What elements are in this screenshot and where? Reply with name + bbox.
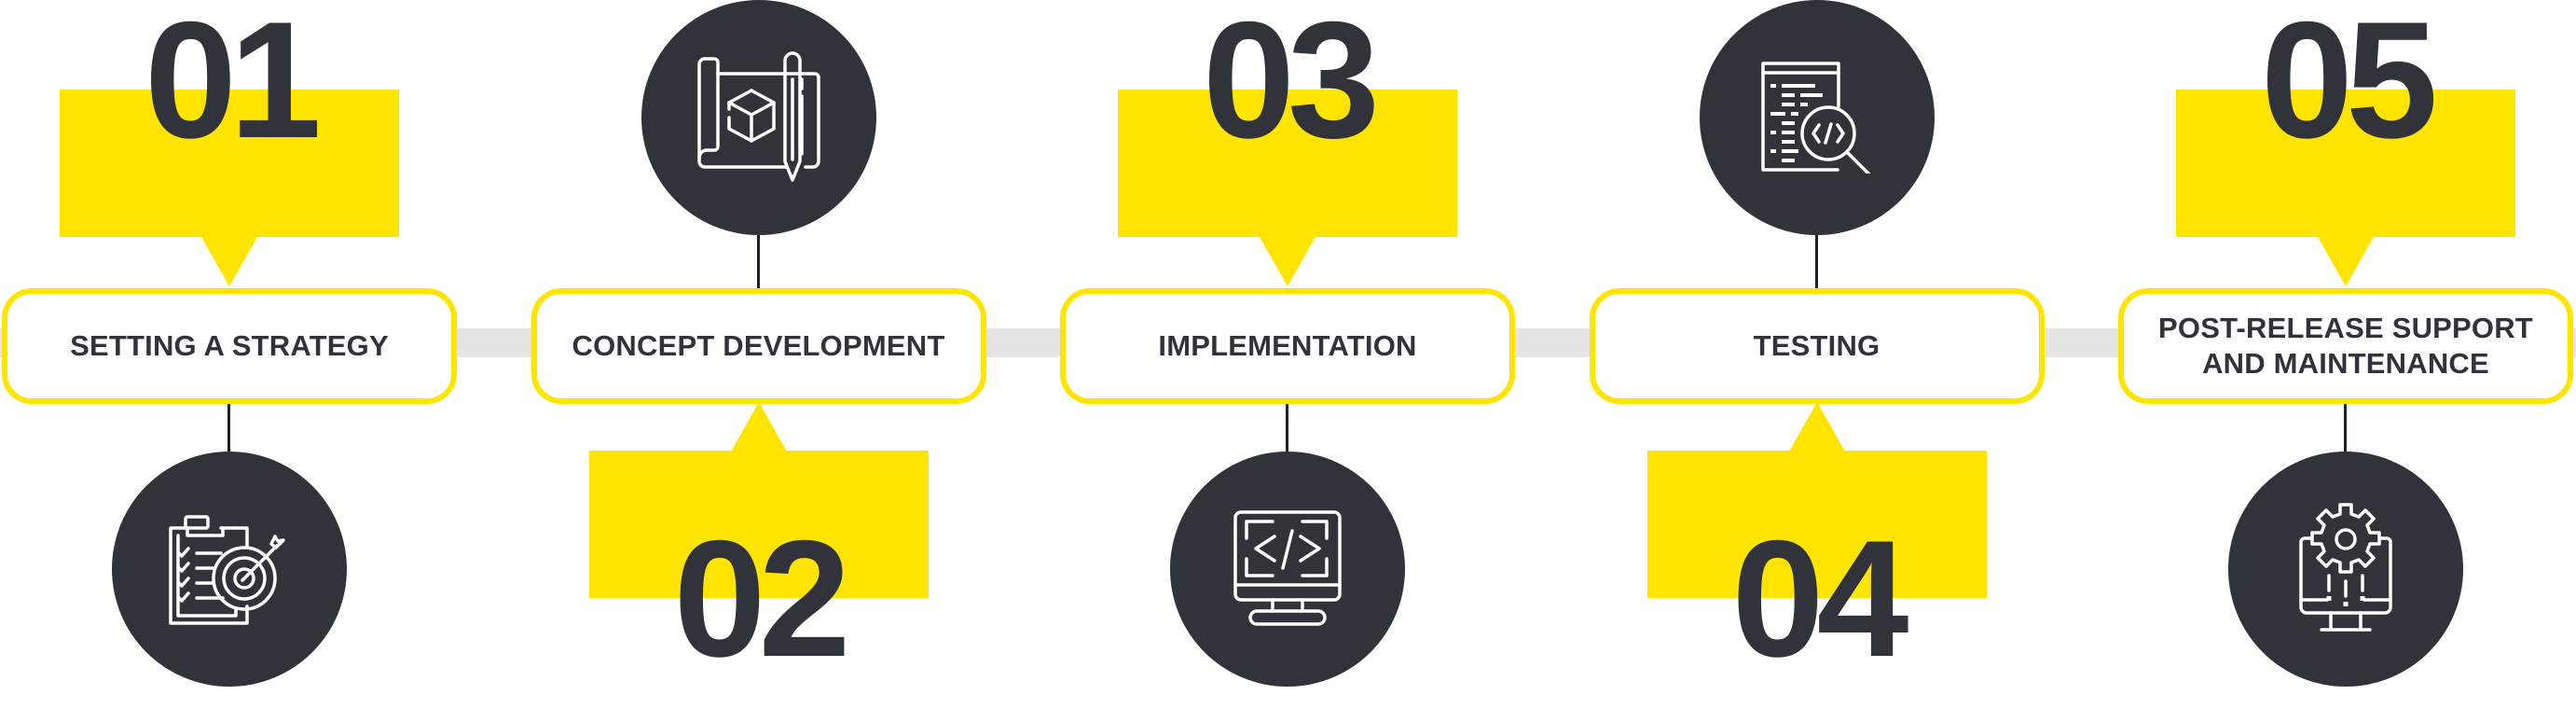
icon-circle <box>641 0 876 235</box>
icon-circle <box>2228 452 2463 687</box>
step-1: 01 SETTING A STRATEGY <box>0 0 494 709</box>
connector-line <box>227 404 230 452</box>
step-4: TESTING 04 <box>1552 0 2082 709</box>
step-label: SETTING A STRATEGY <box>70 329 389 362</box>
connector-line <box>756 235 760 288</box>
callout-pointer <box>201 237 257 286</box>
icon-circle <box>112 452 347 687</box>
code-document-magnifier-icon <box>1760 62 1873 174</box>
step-label-box: TESTING <box>1589 288 2045 404</box>
step-label-box: SETTING A STRATEGY <box>2 288 457 404</box>
connector-line <box>1286 404 1288 452</box>
step-number: 05 <box>2261 0 2438 173</box>
blueprint-pencil-cube-icon <box>696 51 820 184</box>
step-label: IMPLEMENTATION <box>1158 329 1417 362</box>
icon-circle <box>1170 452 1405 687</box>
connector-line <box>2344 404 2347 452</box>
monitor-gear-icon <box>2294 503 2398 635</box>
step-3: 03 IMPLEMENTATION <box>1023 0 1552 709</box>
step-label: CONCEPT DEVELOPMENT <box>572 329 945 362</box>
step-label-box: POST-RELEASE SUPPORT AND MAINTENANCE <box>2118 288 2573 404</box>
callout-pointer <box>730 402 787 452</box>
callout-pointer <box>2318 237 2374 286</box>
callout-pointer <box>1788 402 1845 452</box>
monitor-code-icon <box>1233 510 1342 628</box>
step-number: 03 <box>1203 0 1380 173</box>
step-5: 05 POST-RELEASE SUPPORT AND MAINTENANCE <box>2081 0 2576 709</box>
step-label-box: CONCEPT DEVELOPMENT <box>530 288 986 404</box>
step-label: TESTING <box>1753 329 1880 362</box>
connector-line <box>1814 235 1818 288</box>
step-number: 04 <box>1731 506 1909 691</box>
callout-pointer <box>1260 237 1316 286</box>
clipboard-target-icon <box>169 513 290 625</box>
step-2: CONCEPT DEVELOPMENT 02 <box>494 0 1024 709</box>
step-number: 02 <box>673 506 851 691</box>
icon-circle <box>1699 0 1935 235</box>
step-label-box: IMPLEMENTATION <box>1060 288 1515 404</box>
step-label: POST-RELEASE SUPPORT AND MAINTENANCE <box>2158 312 2533 380</box>
step-number: 01 <box>145 0 322 173</box>
